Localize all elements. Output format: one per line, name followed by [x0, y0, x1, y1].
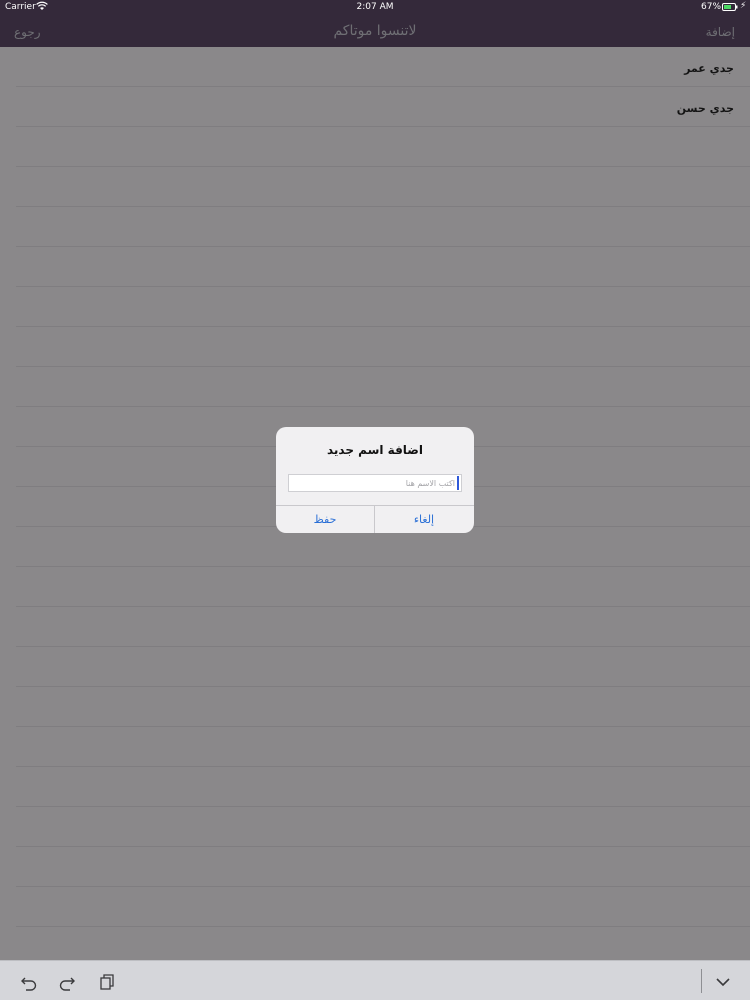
empty-row [16, 607, 750, 647]
charging-bolt-icon: ⚡ [740, 1, 747, 11]
empty-row [16, 367, 750, 407]
empty-row [16, 527, 750, 567]
empty-row [16, 327, 750, 367]
empty-row [16, 567, 750, 607]
hide-keyboard-icon[interactable] [714, 973, 732, 991]
undo-icon[interactable] [20, 973, 38, 991]
empty-row [16, 807, 750, 847]
empty-row [16, 167, 750, 207]
add-name-dialog: اضافة اسم جديد حفظ إلغاء [276, 427, 474, 533]
cancel-button[interactable]: إلغاء [375, 506, 473, 533]
empty-row [16, 207, 750, 247]
name-input[interactable] [288, 474, 462, 492]
toolbar-separator [701, 969, 702, 993]
list-item-label: جدي حسن [676, 102, 734, 115]
empty-row [16, 887, 750, 927]
empty-row [16, 287, 750, 327]
status-bar: Carrier 2:07 AM 67% ⚡ [0, 0, 750, 16]
empty-row [16, 127, 750, 167]
navigation-bar: رجوع لاتنسوا موتاكم إضافة [0, 16, 750, 47]
battery-percent: 67% [701, 2, 722, 12]
empty-row [16, 767, 750, 807]
status-time: 2:07 AM [356, 2, 394, 12]
list-item[interactable]: جدي حسن [16, 87, 750, 127]
list-item-label: جدي عمر [684, 62, 734, 75]
list-item[interactable]: جدي عمر [16, 47, 750, 87]
empty-row [16, 847, 750, 887]
keyboard-toolbar [0, 960, 750, 1000]
empty-row [16, 727, 750, 767]
add-button[interactable]: إضافة [706, 25, 735, 39]
battery-icon [722, 3, 738, 11]
dialog-title: اضافة اسم جديد [326, 443, 424, 457]
page-title: لاتنسوا موتاكم [333, 23, 417, 39]
empty-row [16, 647, 750, 687]
redo-icon[interactable] [58, 973, 76, 991]
text-cursor [457, 476, 459, 490]
empty-row [16, 247, 750, 287]
save-button[interactable]: حفظ [276, 506, 374, 533]
paste-icon[interactable] [98, 973, 116, 991]
empty-row [16, 687, 750, 727]
